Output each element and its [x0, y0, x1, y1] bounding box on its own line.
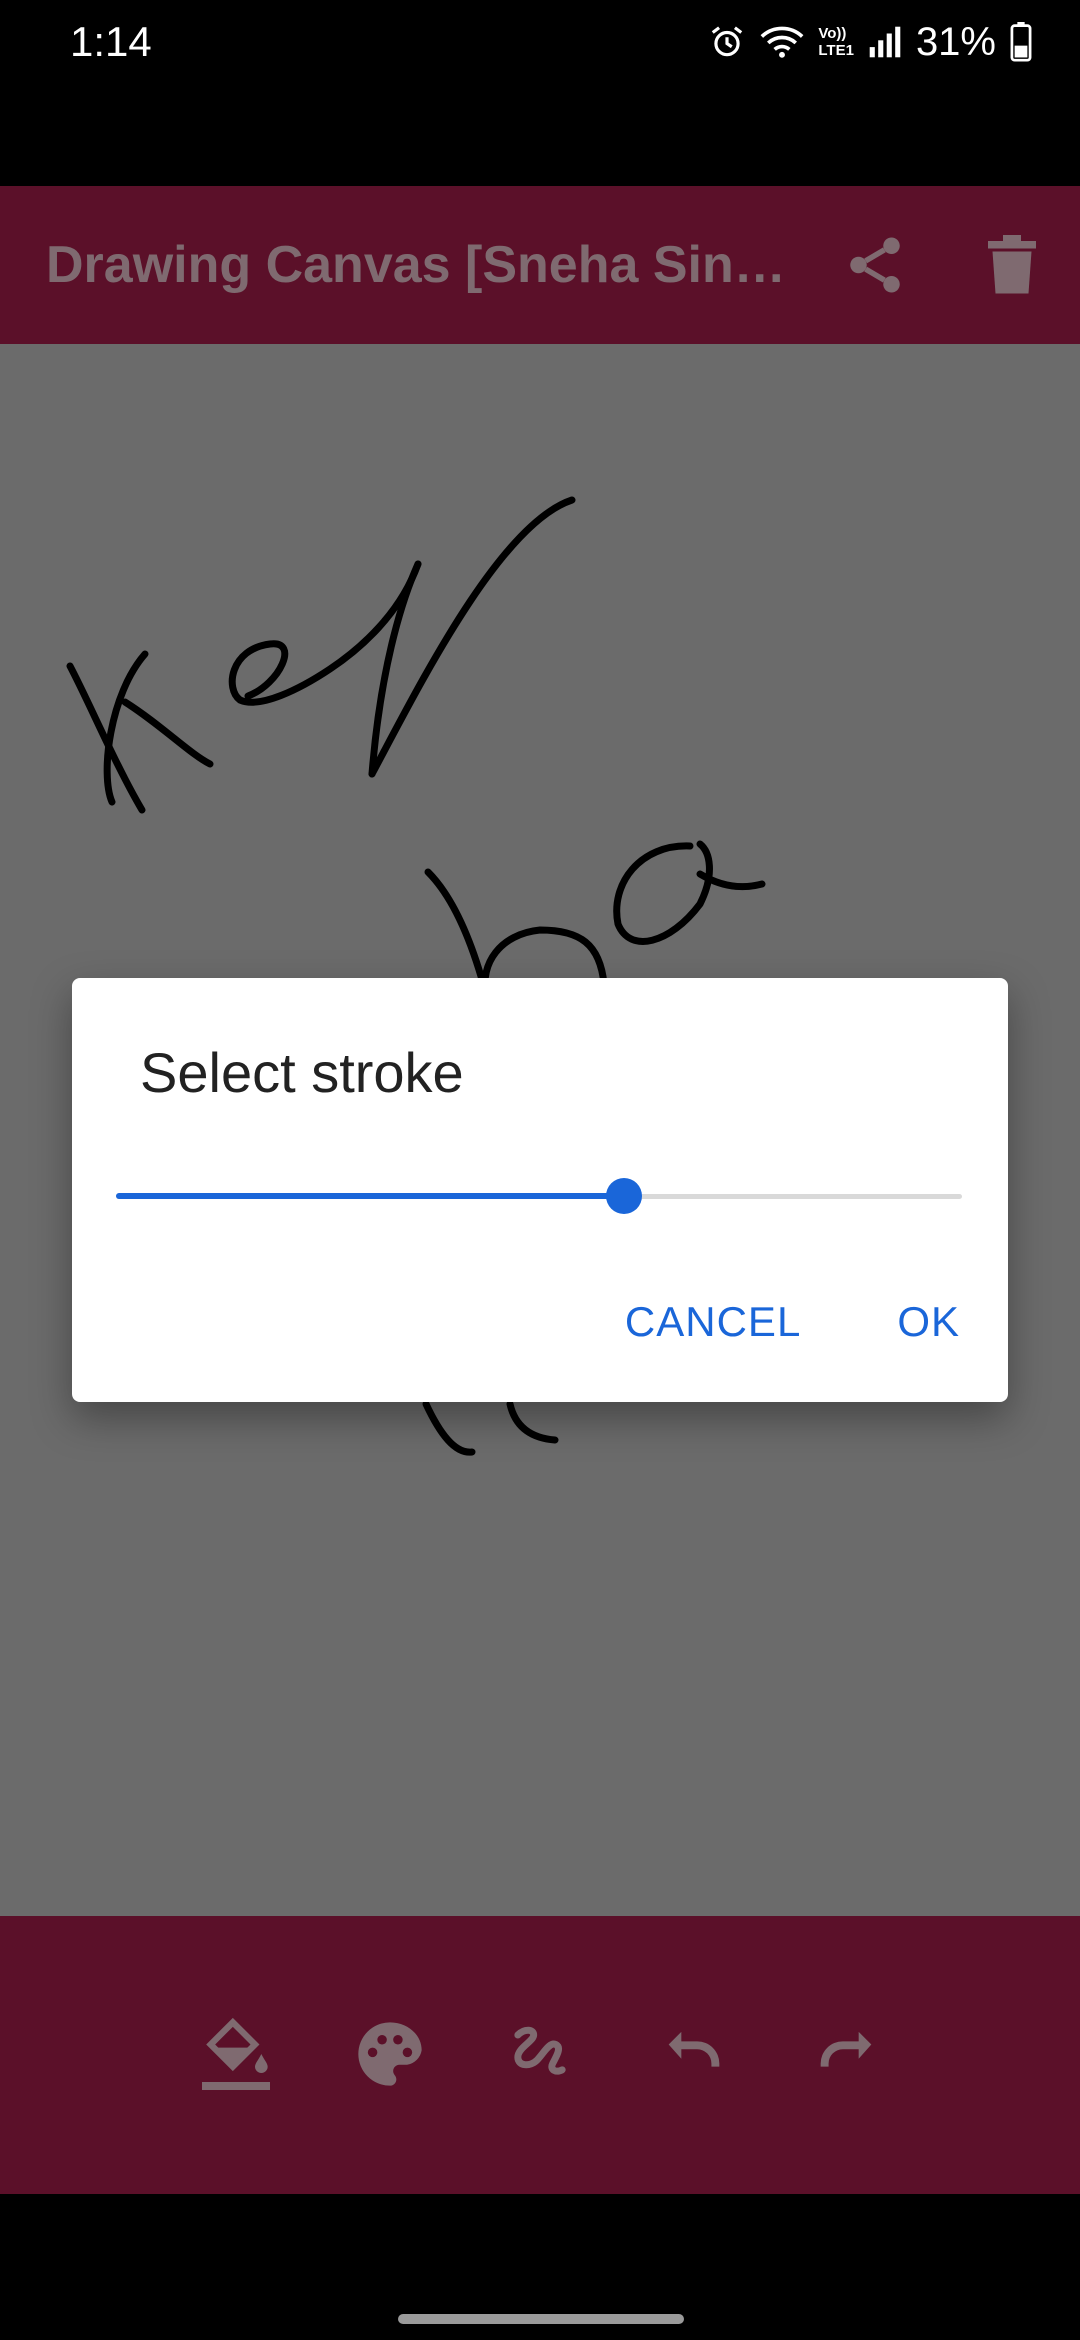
delete-icon	[982, 235, 1042, 302]
cancel-button[interactable]: CANCEL	[625, 1298, 801, 1346]
undo-icon	[656, 2031, 732, 2096]
slider-fill	[116, 1193, 624, 1199]
home-indicator[interactable]	[398, 2314, 684, 2324]
status-bar: 1:14 Vo)) LTE1 31%	[0, 0, 1080, 84]
handwritten-stroke	[424, 868, 490, 998]
app-title: Drawing Canvas [Sneha Sin…	[46, 236, 786, 294]
share-button[interactable]	[842, 232, 908, 298]
app-bar: Drawing Canvas [Sneha Sin…	[0, 186, 1080, 344]
bottom-toolbar	[0, 1916, 1080, 2194]
ok-button[interactable]: OK	[897, 1298, 960, 1346]
select-stroke-dialog: Select stroke CANCEL OK	[72, 978, 1008, 1402]
redo-icon	[808, 2031, 884, 2096]
handwritten-stroke	[228, 560, 422, 706]
handwritten-stroke	[368, 496, 576, 778]
stroke-slider[interactable]	[116, 1174, 962, 1218]
palette-icon	[352, 2022, 428, 2096]
handwritten-stroke	[506, 1400, 559, 1444]
handwritten-stroke	[121, 698, 214, 768]
delete-button[interactable]	[982, 232, 1042, 298]
selected-tool-indicator	[202, 2082, 270, 2090]
fill-tool-button[interactable]	[198, 2016, 274, 2092]
stroke-icon	[502, 2026, 578, 2096]
slider-thumb[interactable]	[605, 1178, 642, 1214]
color-palette-button[interactable]	[352, 2016, 428, 2092]
signal-icon	[868, 24, 902, 60]
dialog-title: Select stroke	[140, 1041, 464, 1104]
handwritten-stroke	[368, 560, 422, 778]
stroke-width-button[interactable]	[502, 2016, 578, 2092]
handwritten-stroke	[422, 1400, 476, 1456]
status-time: 1:14	[70, 18, 152, 65]
battery-icon	[1010, 22, 1032, 62]
share-icon	[842, 237, 908, 302]
handwritten-stroke	[613, 840, 713, 945]
volte-lte-icon: Vo)) LTE1	[818, 25, 854, 59]
wifi-icon	[760, 23, 804, 61]
alarm-icon	[708, 23, 746, 61]
battery-percent: 31%	[915, 19, 996, 64]
undo-button[interactable]	[656, 2016, 732, 2092]
redo-button[interactable]	[808, 2016, 884, 2092]
navigation-bar	[0, 2194, 1080, 2340]
